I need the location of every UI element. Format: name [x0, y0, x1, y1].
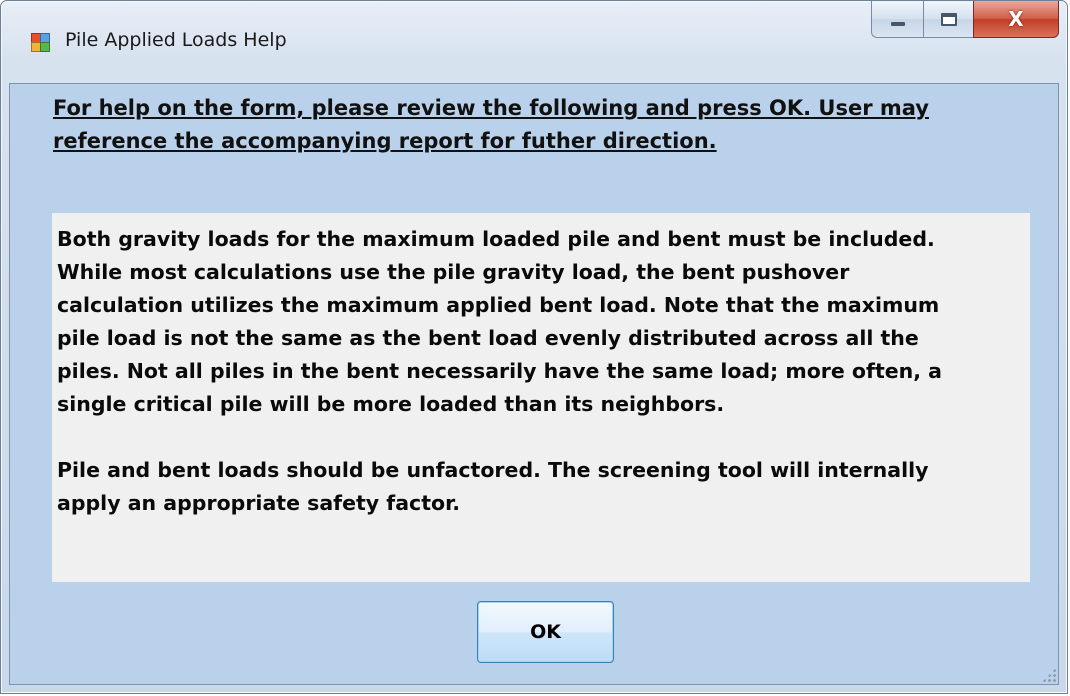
dialog-client-area: For help on the form, please review the …	[9, 83, 1059, 685]
maximize-button[interactable]	[923, 1, 973, 38]
title-bar[interactable]: Pile Applied Loads Help X	[1, 1, 1067, 83]
window-controls: X	[871, 1, 1059, 39]
close-button[interactable]: X	[973, 1, 1059, 38]
help-paragraph-unfactored-loads: Pile and bent loads should be unfactored…	[57, 458, 929, 515]
minimize-button[interactable]	[871, 1, 923, 38]
help-header-line-1: For help on the form, please review the …	[53, 96, 929, 120]
help-text-box: Both gravity loads for the maximum loade…	[52, 213, 1030, 582]
help-header: For help on the form, please review the …	[53, 92, 1013, 158]
help-header-line-2: reference the accompanying report for fu…	[53, 129, 717, 153]
ok-button[interactable]: OK	[477, 601, 614, 663]
help-paragraph-gravity-loads: Both gravity loads for the maximum loade…	[57, 227, 942, 416]
maximize-icon	[940, 12, 957, 26]
minimize-icon	[890, 22, 905, 26]
close-icon: X	[1008, 7, 1024, 31]
window-title: Pile Applied Loads Help	[65, 29, 287, 51]
dialog-window: Pile Applied Loads Help X For help on th…	[0, 0, 1068, 694]
app-form-icon	[31, 33, 50, 52]
resize-grip-icon[interactable]	[1042, 668, 1056, 682]
